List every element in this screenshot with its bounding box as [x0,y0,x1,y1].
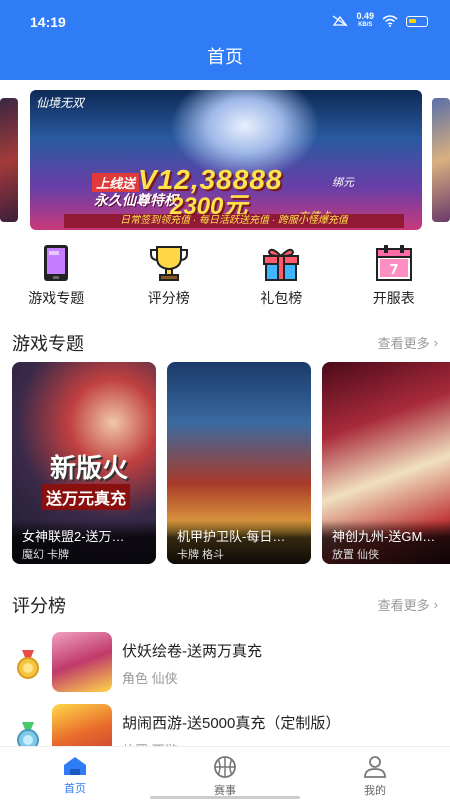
more-label: 查看更多 [377,336,430,351]
banner-carousel[interactable]: 仙境无双 上线送 V12,38888 绑元 永久仙尊特权 2300元 充值卡 日… [0,88,450,232]
gold-medal-icon [17,650,39,679]
net-speed-unit: KB/S [358,22,373,28]
topic-card-name: 机甲护卫队-每日… [177,529,286,544]
tab-label: 首页 [64,783,86,795]
topics-carousel[interactable]: 新版火 送万元真充 女神联盟2-送万… 魔幻 卡牌 机甲护卫队-每日… 卡牌 格… [12,362,450,564]
tab-profile[interactable]: 我的 [300,747,450,800]
topic-card-caption: 机甲护卫队-每日… 卡牌 格斗 [167,520,311,564]
home-indicator[interactable] [150,796,300,799]
banner-vip-suffix: 绑元 [332,177,354,189]
topic-card-tags: 魔幻 卡牌 [22,549,70,561]
topic-card-name: 神创九州-送GM… [332,529,436,544]
more-label: 查看更多 [377,598,430,613]
banner-strip: 日常签到领充值 · 每日活跃送充值 · 跨服小怪爆充值 [64,214,404,228]
section-title-ratings: 评分榜 [12,596,66,616]
gift-icon [261,244,301,282]
wifi-icon [382,15,398,27]
tab-label: 我的 [364,785,386,797]
quicknav-label: 评分榜 [147,290,190,306]
topic-card-caption: 女神联盟2-送万… 魔幻 卡牌 [12,520,156,564]
topic-card-promo: 新版火 [50,453,129,483]
topic-card[interactable]: 机甲护卫队-每日… 卡牌 格斗 [167,362,311,564]
topic-card-tags: 卡牌 格斗 [177,549,225,561]
banner-next-peek[interactable] [432,98,450,222]
page-title: 首页 [0,40,450,80]
quicknav-item-topics[interactable]: 游戏专题 [0,244,113,308]
topic-card-tags: 放置 仙侠 [332,549,380,561]
tab-home[interactable]: 首页 [0,747,150,800]
tab-events[interactable]: 赛事 [150,747,300,800]
topic-card[interactable]: 新版火 送万元真充 女神联盟2-送万… 魔幻 卡牌 [12,362,156,564]
game-name: 胡闹西游-送5000真充（定制版） [122,715,341,732]
topics-header: 游戏专题 查看更多 › [0,326,450,354]
status-bar: 14:19 0.49 KB/S [0,0,450,40]
net-speed: 0.49 KB/S [356,12,374,30]
quicknav-item-servers[interactable]: 7 开服表 [338,244,450,308]
svg-text:7: 7 [389,263,398,278]
net-speed-value: 0.49 [356,11,374,21]
game-thumbnail [52,632,112,692]
user-icon [364,756,386,778]
trophy-icon [149,244,189,282]
ratings-more-link[interactable]: 查看更多 › [378,595,438,614]
quicknav-label: 礼包榜 [260,290,303,306]
quicknav-label: 开服表 [372,290,415,306]
topics-more-link[interactable]: 查看更多 › [378,333,438,352]
basketball-icon [214,756,236,778]
bottom-tab-bar: 首页 赛事 我的 [0,746,450,800]
chevron-right-icon: › [433,597,438,612]
notification-off-icon [333,15,348,27]
quicknav-item-ratings[interactable]: 评分榜 [113,244,226,308]
quicknav-item-gifts[interactable]: 礼包榜 [225,244,338,308]
topic-card-promo2: 送万元真充 [42,484,131,510]
game-tags: 角色 仙侠 [122,671,178,686]
section-title-topics: 游戏专题 [12,334,84,354]
banner-prev-peek[interactable] [0,98,18,222]
topic-card-caption: 神创九州-送GM… 放置 仙侠 [322,520,450,564]
status-icons: 0.49 KB/S [332,12,428,30]
quick-nav: 游戏专题 评分榜 礼包榜 7 开服表 [0,244,450,308]
home-icon [64,757,86,775]
banner-line2: 永久仙尊特权 [94,192,178,208]
status-time: 14:19 [30,14,66,30]
chevron-right-icon: › [433,335,438,350]
banner-logo: 仙境无双 [36,96,85,110]
calendar-icon: 7 [374,244,414,282]
game-name: 伏妖绘卷-送两万真充 [122,643,262,660]
topic-card-name: 女神联盟2-送万… [22,529,125,544]
banner-slide[interactable]: 仙境无双 上线送 V12,38888 绑元 永久仙尊特权 2300元 充值卡 日… [30,90,422,230]
ratings-header: 评分榜 查看更多 › [0,588,450,616]
battery-icon [406,15,428,27]
topic-card[interactable]: 神创九州-送GM… 放置 仙侠 [322,362,450,564]
phone-icon [36,244,76,282]
rating-row[interactable]: 伏妖绘卷-送两万真充 角色 仙侠 [0,632,450,708]
quicknav-label: 游戏专题 [28,290,85,306]
